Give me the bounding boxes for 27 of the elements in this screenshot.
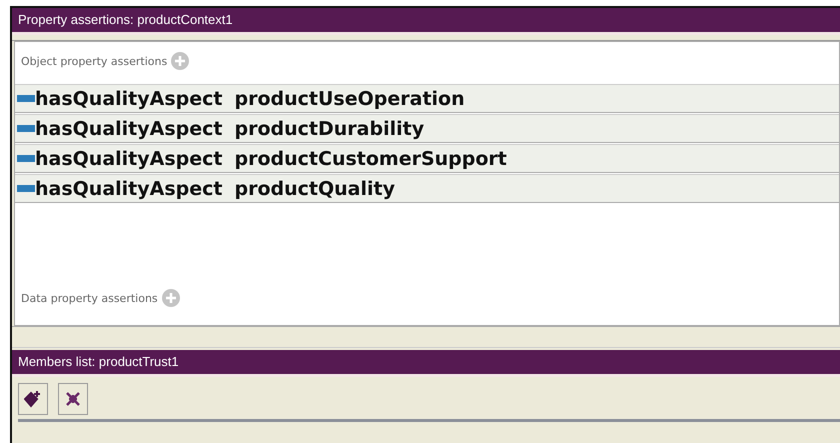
individual-name: productCustomerSupport [234,148,507,170]
individual-name: productDurability [234,118,424,140]
add-icon[interactable] [162,289,180,307]
property-icon [17,185,35,192]
property-name: hasQualityAspect [35,178,222,200]
section-label: Data property assertions [21,292,158,304]
assertion-row[interactable]: hasQualityAspect productDurability [15,114,839,143]
individual-name: productUseOperation [234,88,465,110]
diamond-plus-icon [24,390,42,408]
property-icon [17,125,35,132]
panel-title: Members list: productTrust1 [12,350,840,377]
add-member-button[interactable] [18,383,48,415]
property-name: hasQualityAspect [35,88,222,110]
property-name: hasQualityAspect [35,118,222,140]
individual-name: productQuality [234,178,395,200]
splitter-bar[interactable] [12,326,840,348]
assertion-row[interactable]: hasQualityAspect productCustomerSupport [15,144,839,173]
section-label: Object property assertions [21,54,168,68]
property-icon [17,95,35,102]
cross-icon [64,390,82,408]
add-icon[interactable] [171,52,190,70]
assertion-row[interactable]: hasQualityAspect productQuality [15,174,839,203]
assertion-row[interactable]: hasQualityAspect productUseOperation [15,84,839,113]
property-name: hasQualityAspect [35,148,222,170]
property-icon [17,155,35,162]
panel-title: Property assertions: productContext1 [12,8,840,35]
delete-member-button[interactable] [58,383,88,415]
